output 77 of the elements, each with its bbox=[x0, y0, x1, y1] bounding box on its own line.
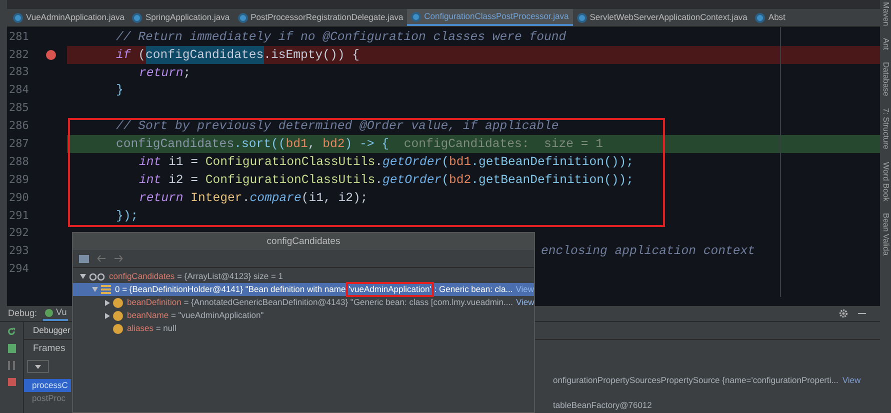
line-number: 294 bbox=[8, 261, 30, 278]
frame-item[interactable]: postProc bbox=[24, 392, 71, 405]
code-comment: enclosing application context bbox=[541, 243, 756, 260]
line-number: 293 bbox=[8, 243, 30, 260]
line-number: 291 bbox=[8, 208, 30, 224]
variable-text: : Generic bean: cla... bbox=[434, 283, 513, 296]
back-arrow-icon[interactable] bbox=[97, 255, 106, 262]
view-link[interactable]: View bbox=[516, 296, 534, 309]
class-file-icon bbox=[13, 12, 23, 22]
code-line: return; bbox=[138, 64, 191, 82]
stop-icon[interactable] bbox=[8, 378, 16, 386]
popup-title: configCandidates bbox=[73, 233, 534, 250]
code-line: } bbox=[115, 82, 124, 100]
frame-item[interactable]: processC bbox=[24, 379, 71, 392]
class-file-icon bbox=[238, 12, 248, 22]
rerun-icon[interactable] bbox=[7, 327, 16, 336]
line-number: 289 bbox=[8, 172, 30, 188]
line-number: 286 bbox=[8, 118, 30, 134]
bug-icon bbox=[45, 308, 54, 316]
settings-icon[interactable] bbox=[839, 309, 848, 318]
variable-text: aliases = null bbox=[127, 322, 176, 335]
editor-tab[interactable]: Abst bbox=[751, 9, 790, 26]
highlighted-name: 'vueAdminApplication' bbox=[346, 282, 434, 297]
code-comment: // Sort by previously determined @Order value, if applicable bbox=[115, 118, 559, 136]
code-line: int i2 = ConfigurationClassUtils.getOrder(bd2.getBeanDefinition()); bbox=[138, 172, 634, 189]
code-comment: // Return immediately if no @Configuration classes were found bbox=[115, 28, 566, 46]
line-number: 282 bbox=[8, 46, 30, 63]
list-icon bbox=[101, 285, 111, 294]
code-line: }); bbox=[115, 208, 138, 225]
line-number: 292 bbox=[8, 225, 30, 242]
line-number: 288 bbox=[8, 154, 30, 170]
variable-text: configCandidates = {ArrayList@4123} size = 1 bbox=[109, 270, 284, 283]
line-number: 283 bbox=[8, 64, 30, 80]
thread-dropdown[interactable] bbox=[27, 360, 49, 373]
tool-window-tab[interactable]: 7: Structure bbox=[880, 108, 891, 150]
tree-row[interactable]: beanName = "vueAdminApplication" bbox=[73, 309, 534, 322]
tree-row[interactable]: 0 = {BeanDefinitionHolder@4141} "Bean definition with name 'vueAdminApplication' : Generic bean: cla... View bbox=[73, 283, 534, 296]
resume-icon[interactable] bbox=[8, 344, 16, 353]
variable-text: 0 = {BeanDefinitionHolder@4141} "Bean definition with name bbox=[115, 283, 346, 296]
code-line: configCandidates.sort((bd1, bd2) -> { configCandidates: size = 1 bbox=[115, 136, 604, 154]
line-number: 287 bbox=[8, 136, 30, 152]
tree-row[interactable]: aliases = null bbox=[73, 322, 534, 335]
class-file-icon bbox=[132, 12, 142, 22]
frames-label: Frames bbox=[32, 342, 66, 356]
line-number: 281 bbox=[8, 28, 30, 45]
view-link[interactable]: View bbox=[842, 374, 861, 387]
variable-text: tableBeanFactory@76012 bbox=[553, 398, 652, 412]
panel-title: Debug: bbox=[7, 306, 38, 320]
editor-tab[interactable]: PostProcessorRegistrationDelegate.java bbox=[234, 9, 408, 26]
code-line: int i1 = ConfigurationClassUtils.getOrder(bd1.getBeanDefinition()); bbox=[138, 154, 634, 171]
debugger-tab[interactable]: Debugger bbox=[24, 324, 70, 337]
tool-window-tab[interactable]: Maven bbox=[880, 2, 891, 26]
class-file-icon bbox=[411, 12, 422, 22]
run-tab[interactable]: Vu bbox=[43, 306, 68, 321]
variable-text: beanName = "vueAdminApplication" bbox=[127, 309, 264, 322]
variable-text: onfigurationPropertySourcesPropertySource {name='configurationProperti... bbox=[553, 374, 838, 387]
line-number: 284 bbox=[8, 82, 30, 98]
line-number: 285 bbox=[8, 100, 30, 116]
tool-window-tab[interactable]: Bean Valida bbox=[880, 213, 891, 256]
editor-tab[interactable]: ConfigurationClassPostProcessor.java bbox=[407, 9, 573, 26]
code-line: return Integer.compare(i1, i2); bbox=[138, 190, 368, 207]
tool-window-tab[interactable]: Word Book bbox=[880, 162, 891, 202]
class-file-icon bbox=[576, 12, 587, 22]
editor-tab[interactable]: VueAdminApplication.java bbox=[9, 9, 128, 26]
glasses-icon bbox=[89, 272, 105, 280]
tree-row[interactable]: beanDefinition = {AnnotatedGenericBeanDefinition@4143} "Generic bean: class [com.lmy.vueadmin.... View bbox=[73, 296, 534, 309]
pause-icon[interactable] bbox=[8, 361, 15, 370]
tool-window-tab[interactable]: Ant bbox=[880, 38, 891, 50]
editor-tab[interactable]: ServletWebServerApplicationContext.java bbox=[572, 9, 752, 26]
line-number: 290 bbox=[8, 190, 30, 206]
class-file-icon bbox=[755, 12, 766, 22]
forward-arrow-icon[interactable] bbox=[114, 255, 123, 262]
breakpoint-icon[interactable] bbox=[46, 50, 56, 60]
tool-window-tab[interactable]: Database bbox=[880, 62, 891, 96]
variable-text: beanDefinition = {AnnotatedGenericBeanDefinition@4143} "Generic bean: class [com.lmy.vueadmin.... bbox=[127, 296, 513, 309]
code-line: if (configCandidates.isEmpty()) { bbox=[67, 46, 360, 64]
editor-tab[interactable]: SpringApplication.java bbox=[128, 9, 234, 26]
